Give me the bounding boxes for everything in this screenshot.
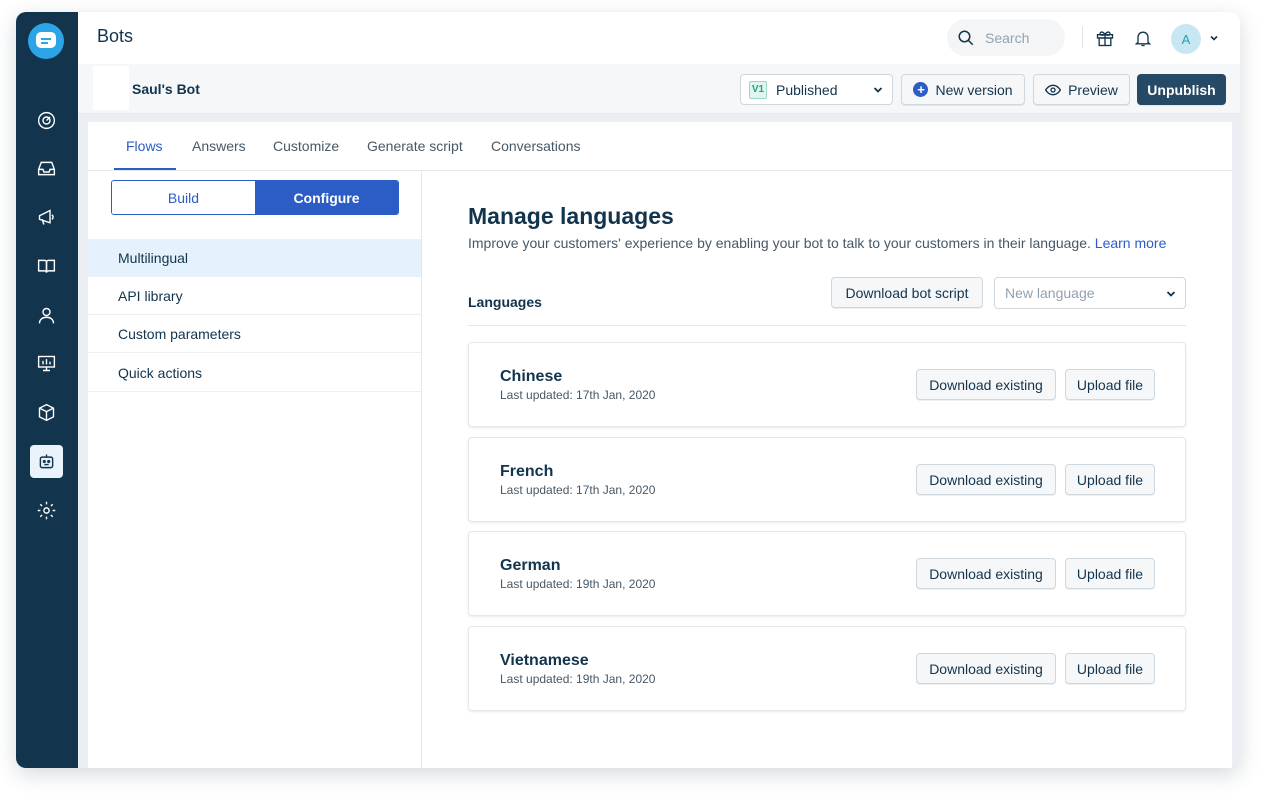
page-title: Bots: [97, 26, 134, 46]
search-placeholder: Search: [985, 29, 1030, 46]
language-card: French Last updated: 17th Jan, 2020 Down…: [468, 437, 1186, 522]
sidebar: [16, 12, 78, 768]
eye-icon: [1045, 84, 1062, 95]
learn-more-link[interactable]: Learn more: [1095, 235, 1167, 251]
download-bot-script-button[interactable]: Download bot script: [831, 277, 983, 308]
section-description: Improve your customers' experience by en…: [468, 235, 1167, 251]
upload-file-button[interactable]: Upload file: [1065, 464, 1155, 495]
new-language-select[interactable]: New language: [994, 277, 1186, 309]
tab-conversations[interactable]: Conversations: [491, 138, 581, 154]
chevron-down-icon: [873, 87, 883, 93]
configure-toggle-option[interactable]: Configure: [255, 181, 398, 214]
download-existing-button[interactable]: Download existing: [916, 558, 1056, 589]
chevron-down-icon: [1166, 291, 1176, 297]
menu-item-multilingual[interactable]: Multilingual: [88, 239, 421, 277]
dashboard-icon[interactable]: [30, 104, 63, 137]
language-name: Chinese: [500, 368, 563, 385]
build-configure-toggle: Build Configure: [111, 180, 399, 215]
language-name: Vietnamese: [500, 652, 589, 669]
language-card: Vietnamese Last updated: 19th Jan, 2020 …: [468, 626, 1186, 711]
last-updated: Last updated: 19th Jan, 2020: [500, 577, 656, 591]
tab-answers[interactable]: Answers: [192, 138, 246, 154]
download-existing-button[interactable]: Download existing: [916, 369, 1056, 400]
build-toggle-option[interactable]: Build: [112, 181, 255, 214]
upload-file-button[interactable]: Upload file: [1065, 653, 1155, 684]
unpublish-button[interactable]: Unpublish: [1137, 74, 1226, 105]
bot-icon[interactable]: [30, 445, 63, 478]
languages-label: Languages: [468, 294, 542, 310]
tab-generate-script[interactable]: Generate script: [367, 138, 463, 154]
language-name: French: [500, 463, 554, 480]
divider: [468, 325, 1186, 326]
cube-icon[interactable]: [30, 396, 63, 429]
contact-icon[interactable]: [30, 299, 63, 332]
section-title: Manage languages: [468, 203, 674, 229]
app-window: Bots Search A Saul's Bot V1 Published + …: [16, 12, 1240, 768]
version-select[interactable]: V1 Published: [740, 74, 893, 105]
download-existing-button[interactable]: Download existing: [916, 653, 1056, 684]
search-icon: [958, 30, 974, 45]
app-logo-icon[interactable]: [28, 23, 64, 59]
settings-gear-icon[interactable]: [30, 494, 63, 527]
avatar[interactable]: A: [1171, 24, 1201, 54]
tab-bar: Flows Answers Customize Generate script …: [88, 122, 1232, 171]
download-existing-button[interactable]: Download existing: [916, 464, 1056, 495]
gift-icon[interactable]: [1094, 27, 1116, 49]
bot-header: Saul's Bot V1 Published + New version Pr…: [78, 64, 1240, 114]
inbox-icon[interactable]: [30, 152, 63, 185]
top-bar: Bots Search A: [78, 12, 1240, 64]
last-updated: Last updated: 17th Jan, 2020: [500, 483, 656, 497]
bell-icon[interactable]: [1132, 27, 1154, 49]
megaphone-icon[interactable]: [30, 201, 63, 234]
version-badge: V1: [749, 80, 767, 99]
last-updated: Last updated: 19th Jan, 2020: [500, 672, 656, 686]
version-status: Published: [776, 81, 838, 98]
preview-button[interactable]: Preview: [1033, 74, 1130, 105]
search-box[interactable]: Search: [947, 19, 1065, 56]
menu-item-quick-actions[interactable]: Quick actions: [88, 354, 421, 392]
language-card: Chinese Last updated: 17th Jan, 2020 Dow…: [468, 342, 1186, 427]
language-card: German Last updated: 19th Jan, 2020 Down…: [468, 531, 1186, 616]
tab-flows[interactable]: Flows: [126, 138, 163, 154]
menu-item-api-library[interactable]: API library: [88, 277, 421, 315]
active-tab-indicator: [114, 168, 176, 170]
chevron-down-icon[interactable]: [1208, 32, 1220, 44]
plus-icon: +: [913, 82, 929, 97]
config-menu: Build Configure Multilingual API library…: [88, 171, 422, 768]
last-updated: Last updated: 17th Jan, 2020: [500, 388, 656, 402]
menu-item-custom-parameters[interactable]: Custom parameters: [88, 315, 421, 353]
new-version-button[interactable]: + New version: [901, 74, 1025, 105]
reports-icon[interactable]: [30, 347, 63, 380]
upload-file-button[interactable]: Upload file: [1065, 558, 1155, 589]
language-name: German: [500, 557, 561, 574]
bot-thumbnail: [93, 66, 129, 110]
book-icon[interactable]: [30, 250, 63, 283]
bot-name: Saul's Bot: [132, 81, 200, 97]
tab-customize[interactable]: Customize: [273, 138, 339, 154]
divider: [1082, 26, 1083, 48]
content-panel: Flows Answers Customize Generate script …: [88, 122, 1232, 768]
upload-file-button[interactable]: Upload file: [1065, 369, 1155, 400]
